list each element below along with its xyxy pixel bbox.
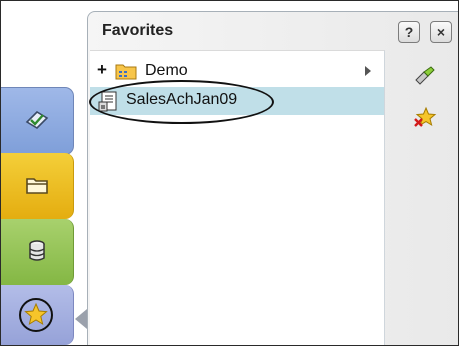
go-icon[interactable] (413, 64, 437, 88)
database-icon (29, 240, 45, 261)
active-tab-pointer (75, 309, 87, 329)
folder-icon (115, 64, 137, 80)
star-icon (19, 298, 53, 332)
remove-favorite-icon[interactable] (413, 106, 437, 130)
expand-icon[interactable]: + (97, 60, 107, 80)
favorites-panel: Favorites ? × + Demo SalesAchJan09 (87, 11, 458, 345)
favorites-actions (391, 50, 458, 345)
favorites-tree: + Demo SalesAchJan09 (89, 50, 385, 345)
open-folder-icon (26, 178, 48, 194)
panel-title: Favorites (102, 22, 174, 39)
tree-item-demo[interactable]: + Demo (90, 59, 384, 85)
tab-data[interactable] (1, 219, 74, 285)
help-button[interactable]: ? (398, 21, 420, 43)
left-tab-bar (1, 87, 75, 345)
close-button[interactable]: × (430, 21, 452, 43)
document-check-icon (25, 110, 49, 130)
panel-header: Favorites ? × (88, 12, 458, 46)
tab-favorites[interactable] (1, 285, 74, 345)
app-frame: Favorites ? × + Demo SalesAchJan09 (0, 0, 459, 346)
submenu-arrow-icon (365, 66, 371, 76)
tab-reports[interactable] (1, 87, 74, 155)
highlight-ellipse (89, 80, 274, 124)
tree-item-salesachjan09[interactable]: SalesAchJan09 (89, 80, 384, 124)
tab-files[interactable] (1, 153, 74, 219)
tree-item-label: Demo (145, 62, 188, 79)
